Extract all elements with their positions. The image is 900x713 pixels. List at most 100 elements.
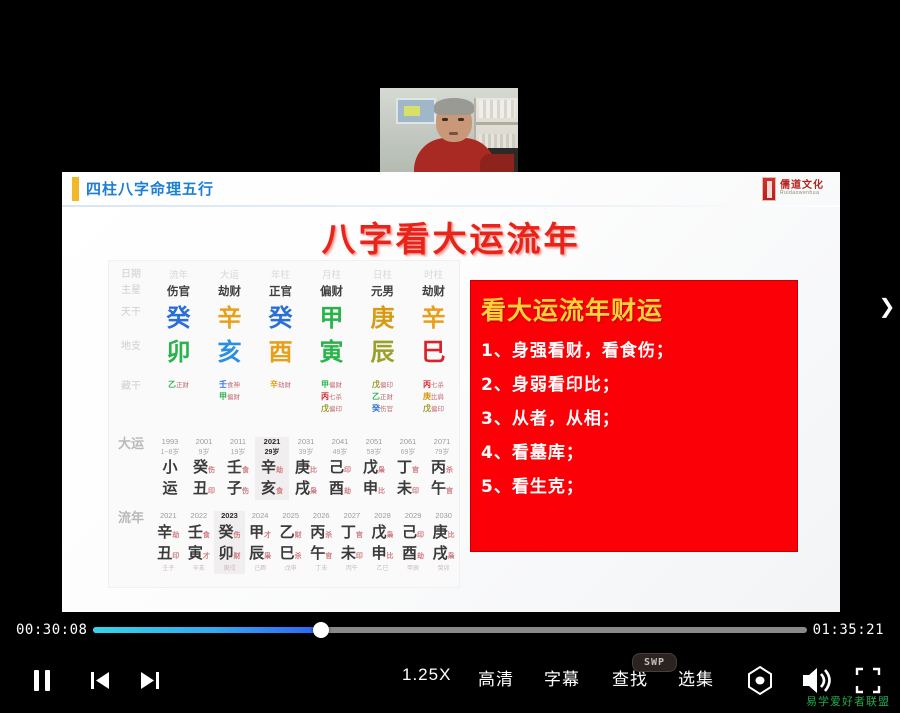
- total-time-label: 01:35:21: [812, 622, 884, 638]
- bazi-period-column[interactable]: 2022 壬食 寅才 辛亥: [184, 511, 215, 574]
- period-ganzhi: 乙财: [279, 522, 302, 541]
- period-ganzhi: 运: [162, 479, 178, 498]
- lecture-slide[interactable]: 四柱八字命理五行 儒道文化 Ruidaowenhua 八字看大运流年 日期 流年大…: [62, 172, 840, 612]
- hidden-stem-entry: 丙七杀: [423, 380, 444, 389]
- bazi-chart-panel[interactable]: 日期 流年 大运 年柱 月柱 日柱 时柱 主星 伤官 劫财 正官 偏财 元男 劫财 天干癸辛癸甲庚辛 地…: [108, 260, 460, 588]
- playback-speed-button[interactable]: 1.25X: [402, 665, 451, 685]
- presenter-arm: [480, 154, 514, 173]
- previous-episode-button[interactable]: [80, 660, 120, 700]
- bazi-cell: 丙七杀 庚比肩 戊偏印: [408, 379, 459, 415]
- period-ganzhi: 癸伤: [192, 457, 215, 476]
- hidden-stem-entry: 戊偏印: [423, 404, 444, 414]
- bazi-period-column[interactable]: 2027 丁官 未印 丙午: [337, 511, 368, 574]
- period-ganzhi: 午官: [430, 479, 453, 498]
- bazi-period-column[interactable]: 2028 戊枭 申比 乙巳: [367, 511, 398, 574]
- bazi-period-column[interactable]: 2071 79岁 丙杀 午官: [425, 437, 459, 500]
- seek-bar[interactable]: [93, 622, 807, 638]
- slide-title: 八字看大运流年: [321, 220, 581, 260]
- bazi-period-column[interactable]: 2041 49岁 己印 酉劫: [323, 437, 357, 500]
- bazi-period-column[interactable]: 2030 庚比 戌枭 癸卯: [428, 511, 459, 574]
- period-age: 19岁: [230, 448, 246, 456]
- period-year: 2071: [433, 437, 451, 446]
- focus-mode-button[interactable]: [740, 660, 780, 700]
- period-ganzhi: 亥食: [260, 479, 283, 498]
- subtitle-button[interactable]: 字幕: [544, 665, 580, 690]
- next-episode-button[interactable]: [130, 660, 170, 700]
- pause-button[interactable]: [22, 660, 62, 700]
- bazi-period-column[interactable]: 2061 69岁 丁官 未印: [391, 437, 425, 500]
- current-time-label: 00:30:08: [16, 622, 88, 638]
- period-year: 2027: [343, 511, 361, 520]
- period-year: 2041: [331, 437, 349, 446]
- bazi-period-grid: 大运 1993 1~8岁小运 2001 9岁 癸伤 丑印 2011 19岁 壬食 子伤 2021 29岁…: [109, 436, 459, 501]
- period-age: 49岁: [332, 448, 348, 456]
- logo-name: 儒道文化: [780, 180, 824, 191]
- callout-item: 3、从者，从相；: [481, 409, 620, 429]
- bazi-cell: 劫财: [422, 286, 445, 298]
- bazi-cell: 流年: [168, 270, 188, 281]
- bazi-annual-year-section[interactable]: 流年 2021 辛劫 丑印 壬子 2022 壬食 寅才 辛亥 2023 癸伤 卯财 庚戌 2024 甲才 辰枭…: [109, 510, 459, 587]
- bazi-cell: 辛: [421, 304, 446, 332]
- bazi-period-column[interactable]: 2024 甲才 辰枭 己酉: [245, 511, 276, 574]
- period-ganzhi: 丁官: [396, 457, 419, 476]
- bazi-period-column[interactable]: 2021 辛劫 丑印 壬子: [153, 511, 184, 574]
- playback-controls-bar: 1.25X 高清 字幕 查找 选集: [0, 660, 900, 706]
- callout-item: 5、看生克；: [481, 477, 584, 497]
- bazi-period-column[interactable]: 2031 39岁 庚比 戌枭: [289, 437, 323, 500]
- callout-item: 2、身弱看印比；: [481, 375, 620, 395]
- period-ganzhi: 未印: [340, 544, 363, 563]
- period-note: 庚戌: [223, 566, 236, 572]
- period-ganzhi: 辛劫: [157, 522, 180, 541]
- period-ganzhi: 丙杀: [430, 457, 453, 476]
- period-ganzhi: 戊枭: [371, 522, 394, 541]
- episode-list-button[interactable]: 选集: [678, 665, 714, 690]
- bazi-period-column[interactable]: 2051 59岁 戊枭 申比: [357, 437, 391, 500]
- header-divider: [62, 205, 840, 207]
- bazi-period-column[interactable]: 2011 19岁 壬食 子伤: [221, 437, 255, 500]
- bazi-period-column[interactable]: 2001 9岁 癸伤 丑印: [187, 437, 221, 500]
- seek-bar-handle[interactable]: [313, 622, 330, 638]
- bazi-cell: 辛劫财: [255, 379, 306, 415]
- bazi-period-column[interactable]: 2025 乙财 巳杀 戊申: [275, 511, 306, 574]
- period-age: 29岁: [264, 448, 280, 456]
- next-slide-arrow-icon[interactable]: ❯: [878, 296, 896, 316]
- hidden-stem-entry: 乙正财: [168, 380, 189, 389]
- bazi-cell: 甲: [319, 304, 344, 332]
- bazi-cell: 庚: [370, 304, 395, 332]
- presenter-mouth: [449, 132, 458, 135]
- quality-button[interactable]: 高清: [478, 665, 514, 690]
- period-note: 丁未: [315, 566, 328, 572]
- bazi-period-column[interactable]: 2023 癸伤 卯财 庚戌: [214, 511, 245, 574]
- wealth-luck-callout-box: 看大运流年财运 1、身强看财，看食伤； 2、身弱看印比； 3、从者，从相； 4、看墓库…: [470, 280, 798, 552]
- period-year: 2051: [365, 437, 383, 446]
- period-ganzhi: 癸伤: [218, 522, 241, 541]
- period-ganzhi: 子伤: [226, 479, 249, 498]
- period-ganzhi: 己印: [328, 457, 351, 476]
- period-ganzhi: 酉劫: [402, 544, 425, 563]
- hidden-stem-entry: 戊偏印: [372, 380, 393, 389]
- bazi-cell: 寅: [319, 338, 344, 366]
- period-ganzhi: 戌枭: [294, 479, 317, 498]
- callout-item: 1、身强看财，看食伤；: [481, 341, 674, 361]
- period-age: 39岁: [298, 448, 314, 456]
- bazi-cell: 年柱: [270, 270, 290, 281]
- presenter-webcam-thumbnail[interactable]: [380, 88, 518, 173]
- bazi-cell: 伤官: [167, 286, 190, 298]
- bazi-row-label: 藏干: [121, 381, 141, 392]
- bazi-period-column[interactable]: 1993 1~8岁小运: [153, 437, 187, 500]
- bazi-period-column[interactable]: 2026 丙杀 午官 丁未: [306, 511, 337, 574]
- bazi-cell: 甲偏财 丙七杀 戊偏印: [306, 379, 357, 415]
- period-age: 59岁: [366, 448, 382, 456]
- period-year: 2030: [435, 511, 452, 520]
- bazi-luck-cycle-section[interactable]: 大运 1993 1~8岁小运 2001 9岁 癸伤 丑印 2011 19岁 壬食 子伤 2021 29岁…: [109, 436, 459, 509]
- bazi-cell: 月柱: [321, 270, 341, 281]
- hidden-stem-entry: 乙正财: [372, 392, 393, 402]
- slide-header: 四柱八字命理五行 儒道文化 Ruidaowenhua: [62, 172, 840, 208]
- period-year: 2028: [374, 511, 391, 520]
- bazi-cell: 癸: [166, 304, 191, 332]
- bazi-row-label: 地支: [121, 341, 141, 352]
- bazi-period-column[interactable]: 2021 29岁 辛劫 亥食: [255, 437, 289, 501]
- bazi-period-column[interactable]: 2029 己印 酉劫 甲辰: [398, 511, 429, 574]
- period-note: 己酉: [254, 566, 267, 572]
- bazi-column-header-row: 日期 流年 大运 年柱 月柱 日柱 时柱: [109, 267, 459, 281]
